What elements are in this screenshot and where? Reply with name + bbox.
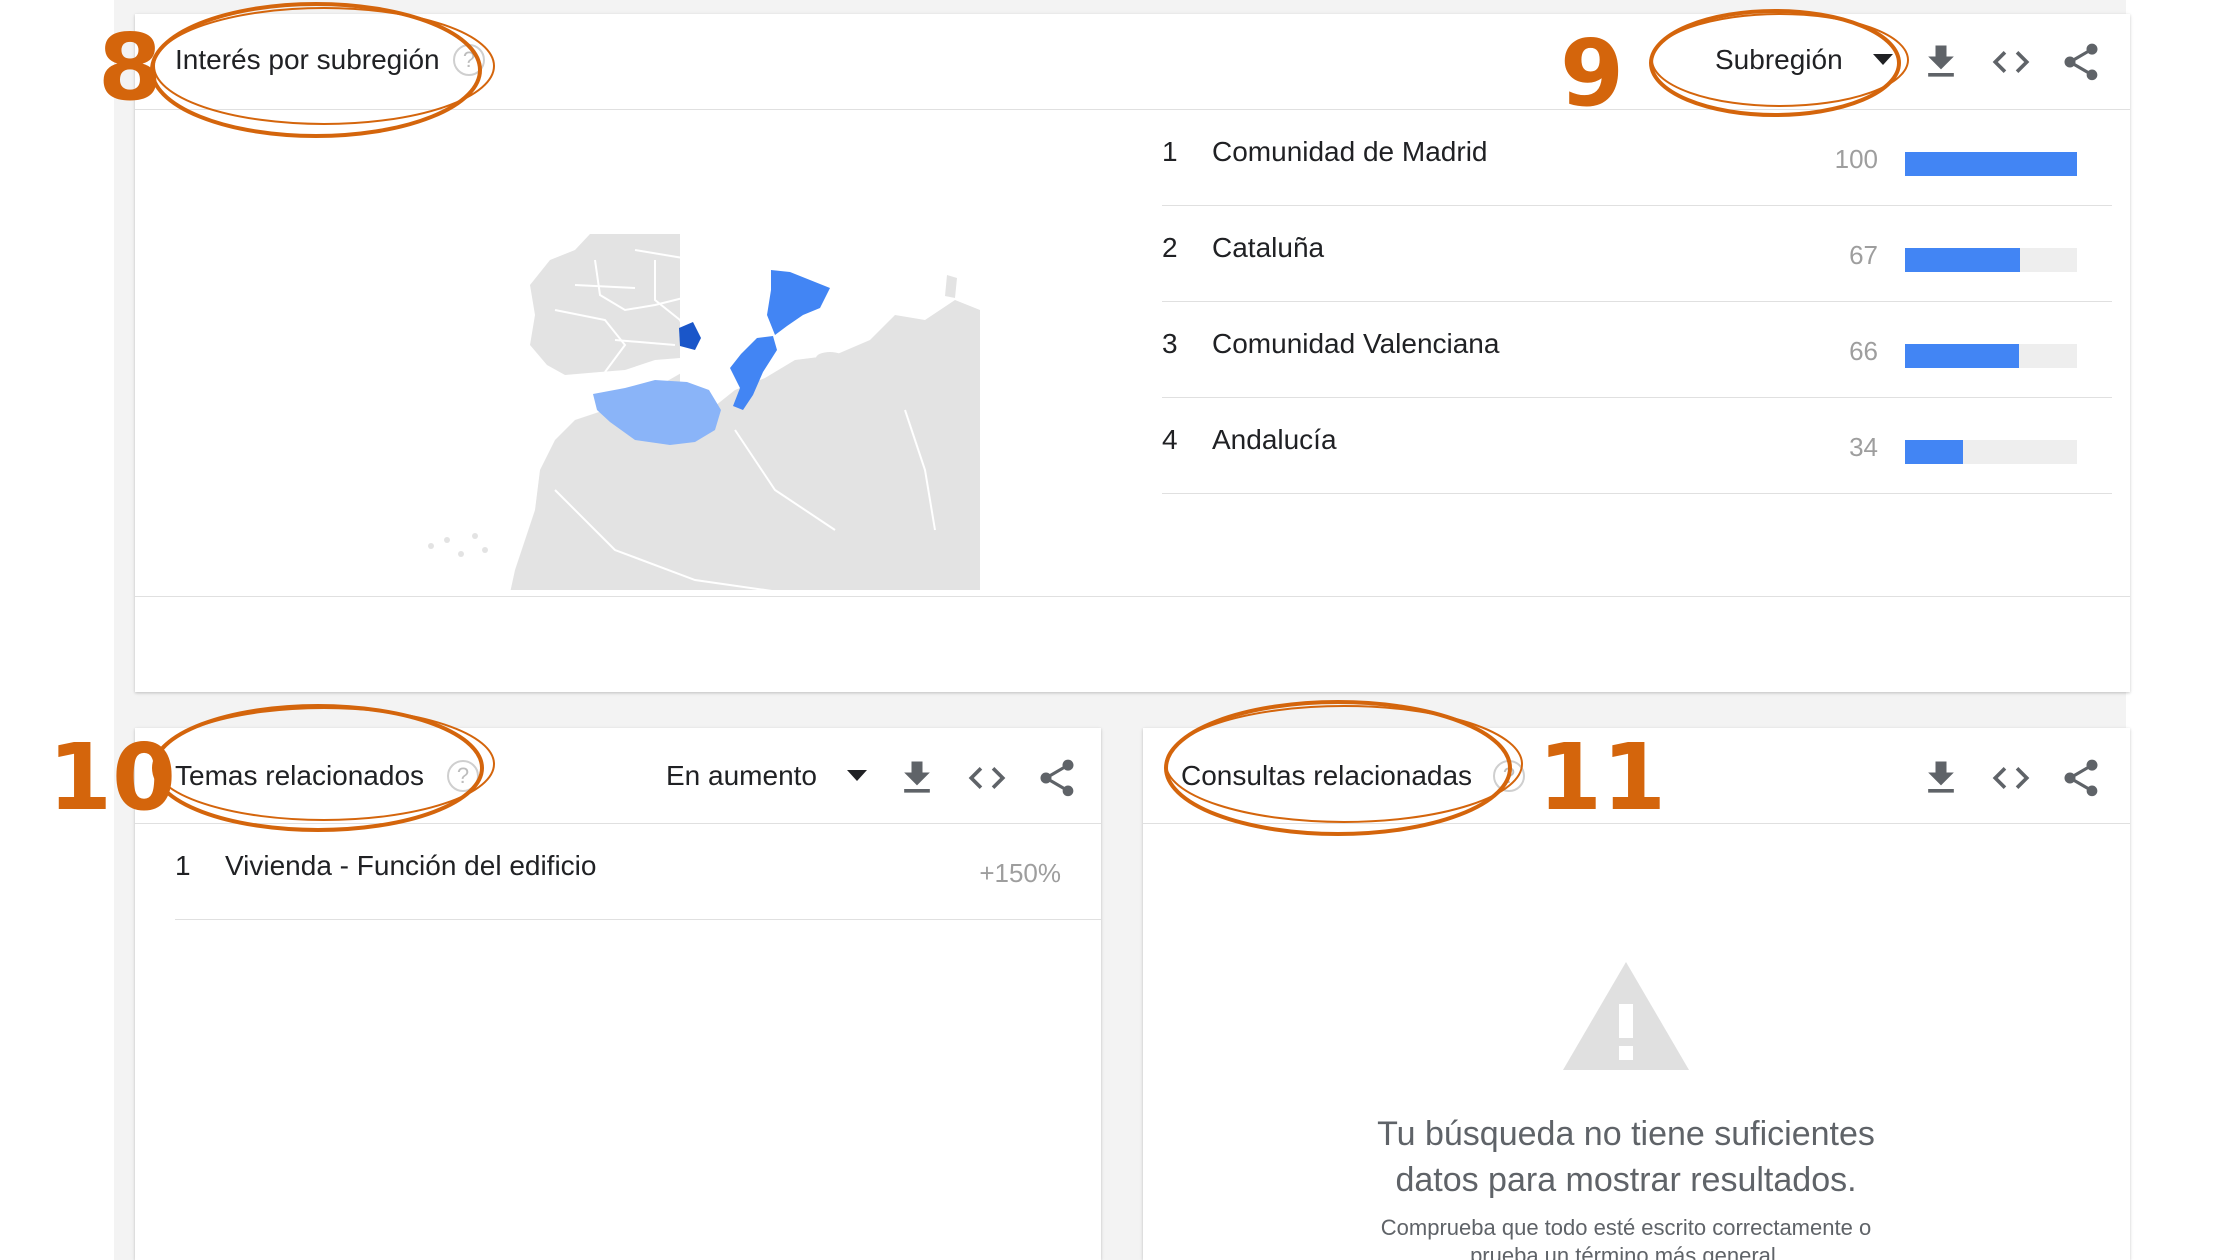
row-value: +150% (979, 858, 1061, 888)
list-item[interactable]: 3 Comunidad Valenciana 66 (1162, 302, 2112, 398)
progress-bar (1905, 152, 2077, 176)
list-item[interactable]: 1 Comunidad de Madrid 100 (1162, 110, 2112, 206)
download-icon[interactable] (1919, 40, 1963, 84)
warning-icon (1561, 960, 1691, 1072)
subregion-card-title: Interés por subregión (175, 44, 440, 75)
row-value: 34 (1849, 432, 1878, 462)
row-rank: 1 (175, 850, 191, 881)
empty-state-title: Tu búsqueda no tiene suficientes datos p… (1377, 1115, 1875, 1199)
share-icon[interactable] (2059, 40, 2103, 84)
row-rank: 3 (1162, 328, 1178, 359)
related-topics-header: Temas relacionados ? En aumento (135, 728, 1101, 824)
row-name: Cataluña (1212, 232, 1325, 263)
chevron-down-icon (1872, 54, 1893, 66)
embed-icon[interactable] (1989, 756, 2033, 800)
download-icon[interactable] (1919, 756, 1963, 800)
progress-fill (1905, 440, 1964, 464)
help-icon[interactable]: ? (1493, 760, 1525, 792)
progress-fill (1905, 344, 2019, 368)
annotation-number: 10 (48, 724, 177, 831)
page: Interés por subregión ? Subregión 1 Comu… (0, 0, 2240, 1260)
list-item[interactable]: 4 Andalucía 34 (1162, 398, 2112, 494)
row-name: Comunidad Valenciana (1212, 328, 1500, 359)
progress-bar (1905, 440, 2077, 464)
download-icon[interactable] (895, 756, 939, 800)
embed-icon[interactable] (1989, 40, 2033, 84)
row-rank: 4 (1162, 424, 1178, 455)
dropdown-label: Subregión (1715, 44, 1843, 75)
progress-fill (1905, 152, 2077, 176)
row-name: Vivienda - Función del edificio (225, 850, 597, 881)
row-name: Comunidad de Madrid (1212, 136, 1488, 167)
subregion-card-footer (135, 596, 2130, 597)
row-rank: 2 (1162, 232, 1178, 263)
row-value: 67 (1849, 240, 1878, 270)
share-icon[interactable] (2059, 756, 2103, 800)
related-topics-title: Temas relacionados (175, 760, 425, 791)
help-icon[interactable]: ? (447, 760, 479, 792)
annotation-number: 9 (1560, 20, 1625, 127)
share-icon[interactable] (1035, 756, 1079, 800)
list-item[interactable]: 1 Vivienda - Función del edificio +150% (175, 824, 1101, 920)
chevron-down-icon (847, 770, 867, 782)
progress-bar (1905, 344, 2077, 368)
subregion-resolution-dropdown[interactable]: Subregión (1715, 44, 1893, 76)
progress-fill (1905, 248, 2021, 272)
subregion-card-header: Interés por subregión ? Subregión (135, 14, 2130, 110)
row-rank: 1 (1162, 136, 1178, 167)
row-value: 66 (1849, 336, 1878, 366)
help-icon[interactable]: ? (453, 44, 485, 76)
progress-bar (1905, 248, 2077, 272)
dropdown-label: En aumento (666, 760, 817, 791)
row-value: 100 (1834, 144, 1878, 174)
embed-icon[interactable] (965, 756, 1009, 800)
related-topics-dropdown[interactable]: En aumento (666, 760, 867, 792)
related-topics-card: Temas relacionados ? En aumento 1 Vivien… (135, 728, 1101, 1260)
empty-state-hint: Comprueba que todo esté escrito correcta… (1380, 1215, 1872, 1260)
related-queries-title: Consultas relacionadas (1181, 760, 1473, 791)
subregion-map[interactable] (135, 110, 1135, 662)
annotation-number: 11 (1538, 724, 1667, 831)
annotation-number: 8 (98, 14, 163, 121)
list-item[interactable]: 2 Cataluña 67 (1162, 206, 2112, 302)
row-name: Andalucía (1212, 424, 1337, 455)
